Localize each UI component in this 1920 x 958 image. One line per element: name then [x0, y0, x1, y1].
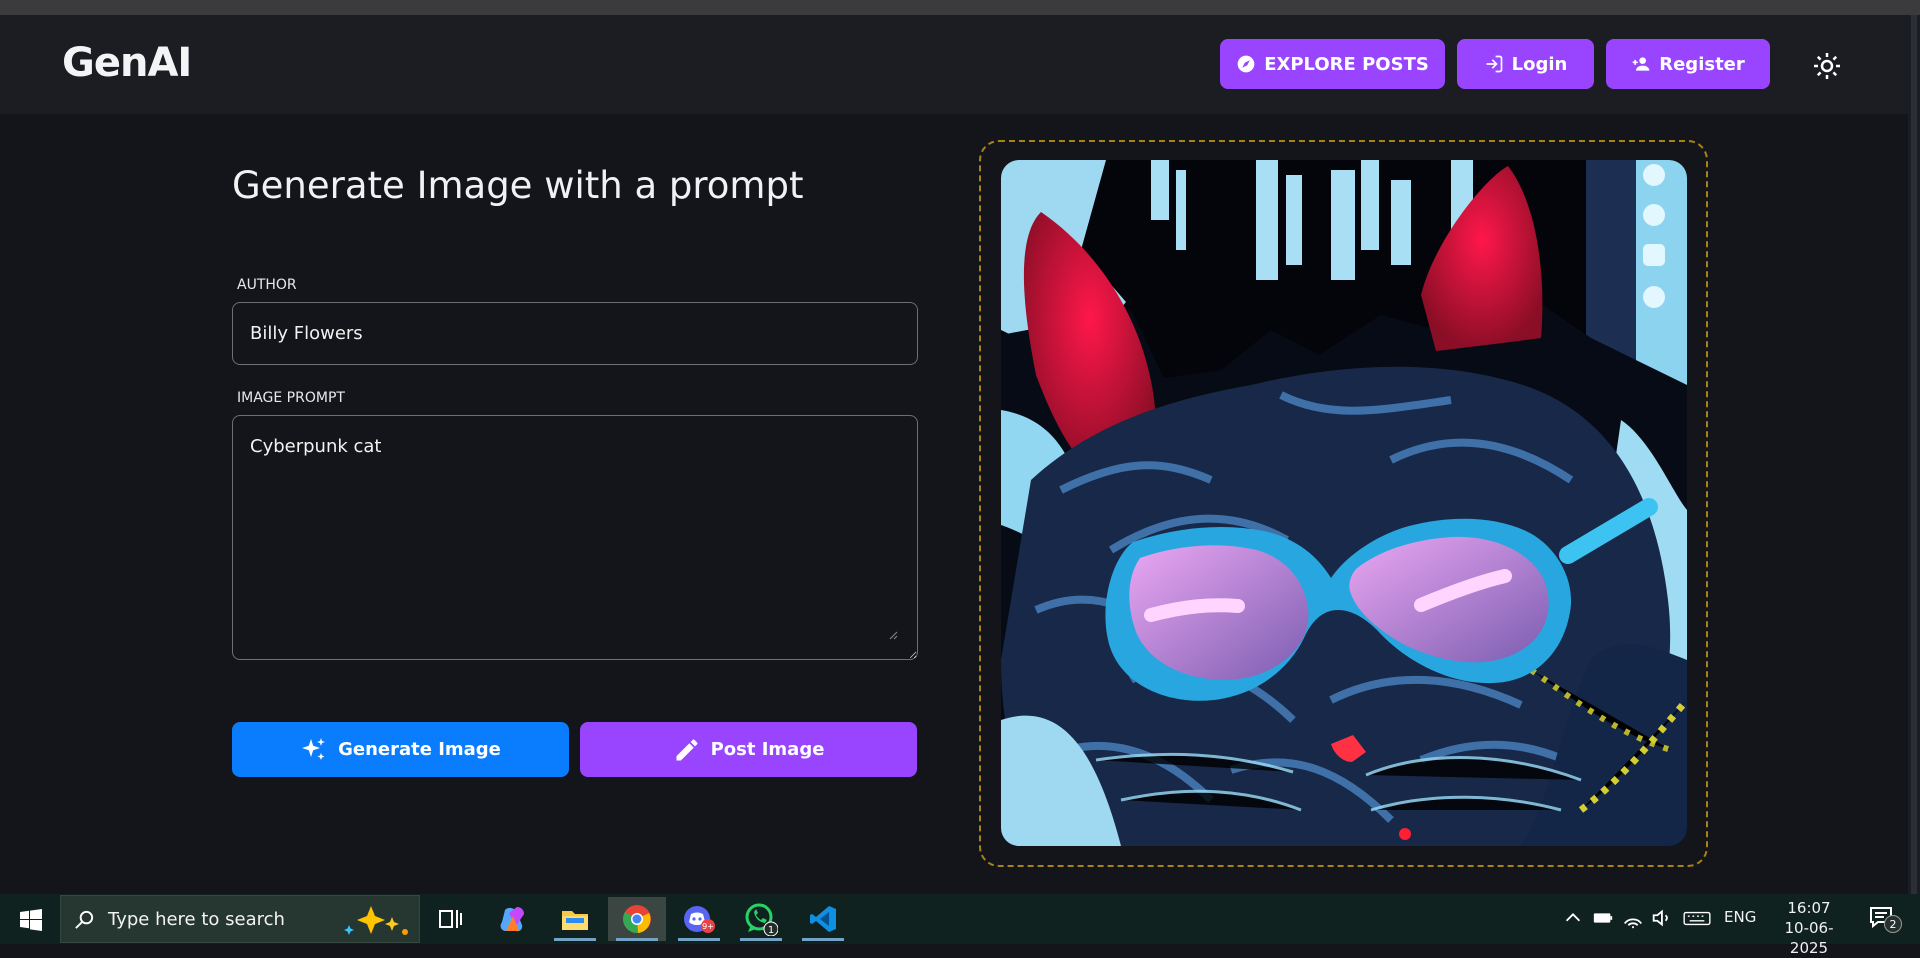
volume-icon[interactable]	[1649, 907, 1673, 929]
compass-icon	[1237, 55, 1255, 73]
sparkle-icon	[302, 737, 326, 760]
wifi-icon[interactable]	[1621, 907, 1645, 929]
chrome-app[interactable]	[608, 897, 666, 941]
taskbar-search-box[interactable]: Type here to search	[60, 895, 420, 943]
discord-app[interactable]: 9+	[670, 897, 728, 941]
post-image-button[interactable]: Post Image	[580, 722, 917, 777]
whatsapp-icon: 1	[745, 903, 778, 936]
battery-icon[interactable]	[1591, 907, 1615, 929]
folder-icon	[562, 911, 588, 930]
login-icon	[1486, 55, 1502, 73]
notification-center-button[interactable]: 2	[1868, 905, 1902, 933]
vscode-icon	[810, 906, 836, 932]
generate-image-button[interactable]: Generate Image	[232, 722, 569, 777]
register-label: Register	[1659, 53, 1745, 75]
clock-time: 16:07	[1787, 899, 1831, 917]
keyboard-icon[interactable]	[1681, 907, 1713, 929]
page-title: Generate Image with a prompt	[232, 164, 804, 207]
genai-logo[interactable]: GenAI	[62, 40, 192, 86]
active-indicator	[740, 938, 782, 941]
vscode-app[interactable]	[794, 897, 852, 941]
discord-icon: 9+	[684, 906, 715, 933]
active-indicator	[802, 938, 844, 941]
copilot-app[interactable]	[484, 897, 542, 941]
windows-start-button[interactable]	[10, 904, 52, 936]
page-scrollbar-thumb[interactable]	[1911, 15, 1917, 894]
system-clock[interactable]: 16:07 10-06-2025	[1770, 898, 1848, 958]
cyberpunk-cat-artwork	[1001, 160, 1687, 846]
task-view-icon	[439, 910, 462, 928]
post-image-label: Post Image	[710, 739, 825, 760]
explore-posts-label: EXPLORE POSTS	[1264, 53, 1429, 75]
windows-taskbar: Type here to search 9+ 1 ENG 16:07 10-06…	[0, 894, 1920, 957]
add-user-icon	[1632, 57, 1650, 71]
whatsapp-badge: 1	[768, 925, 774, 936]
windows-logo-icon	[20, 909, 42, 931]
author-input[interactable]	[232, 302, 918, 365]
active-indicator	[616, 938, 658, 941]
whatsapp-app[interactable]: 1	[732, 897, 790, 941]
generated-cyberpunk-cat-image[interactable]	[1001, 160, 1687, 846]
active-indicator	[678, 938, 720, 941]
register-button[interactable]: Register	[1606, 39, 1770, 89]
generate-image-label: Generate Image	[338, 739, 501, 760]
copilot-icon	[500, 907, 524, 932]
search-icon	[75, 910, 94, 929]
chrome-icon	[623, 905, 651, 934]
login-label: Login	[1511, 53, 1568, 75]
copilot-sparkle-icon	[344, 906, 408, 935]
sun-icon[interactable]	[1812, 51, 1842, 81]
active-indicator	[554, 938, 596, 941]
image-prompt-input[interactable]: Cyberpunk cat	[232, 415, 918, 660]
file-explorer-app[interactable]	[546, 897, 604, 941]
author-label: AUTHOR	[237, 277, 297, 293]
discord-badge: 9+	[702, 922, 714, 931]
task-view-button[interactable]	[421, 897, 479, 941]
image-prompt-label: IMAGE PROMPT	[237, 390, 345, 406]
explore-posts-button[interactable]: EXPLORE POSTS	[1220, 39, 1445, 89]
notification-count-badge: 2	[1884, 915, 1902, 933]
login-button[interactable]: Login	[1457, 39, 1594, 89]
taskbar-search-placeholder: Type here to search	[108, 908, 285, 930]
resize-grip-icon[interactable]	[888, 630, 898, 640]
clock-date: 10-06-2025	[1784, 919, 1834, 957]
chevron-up-icon[interactable]	[1561, 907, 1585, 929]
page-scrollbar[interactable]	[1908, 15, 1920, 894]
language-indicator[interactable]: ENG	[1724, 908, 1756, 926]
app-header: GenAI EXPLORE POSTS Login Register	[0, 15, 1920, 114]
browser-top-strip	[0, 0, 1920, 15]
pencil-icon	[676, 738, 698, 760]
